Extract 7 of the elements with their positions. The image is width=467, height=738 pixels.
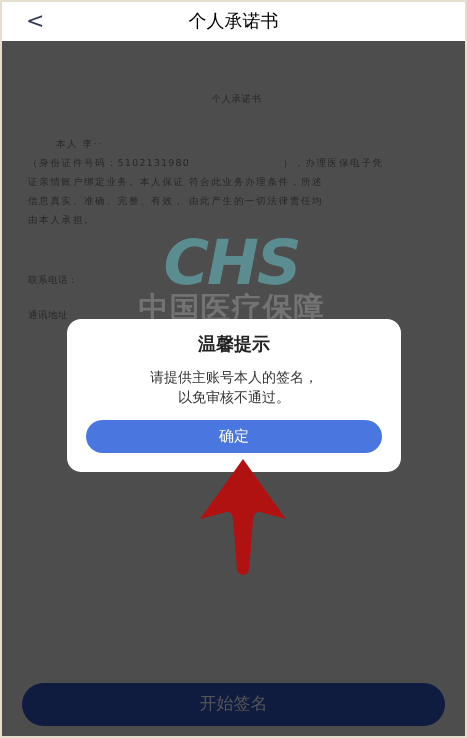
dialog-message-line: 请提供主账号本人的签名， [150, 369, 318, 388]
back-button[interactable]: < [26, 10, 44, 32]
page-title: 个人承诺书 [188, 10, 278, 34]
watermark-logo: CHS [163, 234, 300, 292]
dialog-message-line: 以免审核不通过。 [178, 389, 290, 408]
dialog-title: 温馨提示 [198, 333, 270, 357]
confirm-button[interactable]: 确定 [86, 420, 382, 453]
